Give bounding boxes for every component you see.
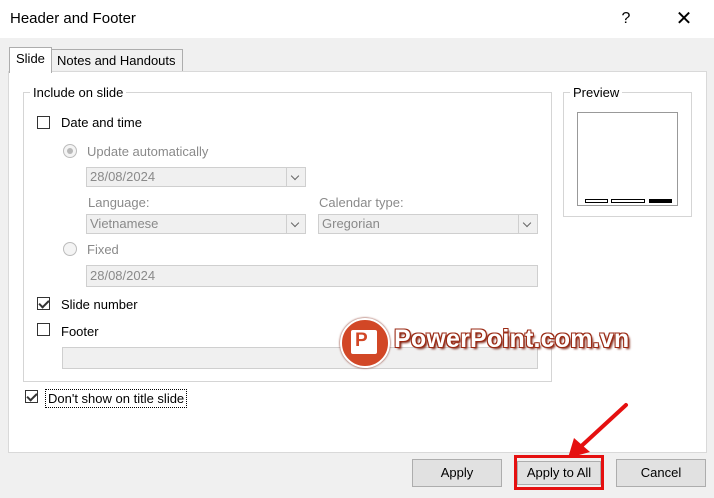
- include-on-slide-label: Include on slide: [30, 85, 127, 100]
- preview-footer-placeholder: [611, 199, 645, 203]
- chevron-down-icon: [518, 215, 537, 233]
- watermark-brand-text: PowerPoint.com.vn: [394, 325, 630, 353]
- footer-checkbox[interactable]: [37, 323, 50, 336]
- language-value: Vietnamese: [90, 216, 159, 231]
- preview-date-placeholder: [585, 199, 608, 203]
- footer-label: Footer: [61, 324, 99, 339]
- chevron-down-icon: [286, 168, 305, 186]
- preview-slide-number-placeholder: [649, 199, 672, 203]
- dont-show-title-slide-label: Don't show on title slide: [45, 389, 188, 408]
- calendar-type-label: Calendar type:: [319, 195, 404, 210]
- powerpoint-logo-icon: P: [340, 318, 390, 368]
- dialog-title: Header and Footer: [10, 10, 136, 27]
- update-date-value: 28/08/2024: [90, 169, 156, 184]
- close-button[interactable]: ✕: [668, 6, 700, 32]
- fixed-date-input[interactable]: 28/08/2024: [86, 265, 538, 287]
- tab-slide[interactable]: Slide: [9, 47, 52, 73]
- date-time-checkbox[interactable]: [37, 116, 50, 129]
- calendar-type-value: Gregorian: [322, 216, 380, 231]
- red-arrow-annotation: [568, 403, 628, 458]
- language-dropdown[interactable]: Vietnamese: [86, 214, 306, 234]
- slide-number-checkbox[interactable]: [37, 297, 50, 310]
- update-automatically-label: Update automatically: [87, 144, 209, 159]
- fixed-radio[interactable]: [63, 242, 77, 256]
- logo-letter: P: [355, 330, 368, 351]
- dont-show-title-slide-checkbox[interactable]: [25, 390, 38, 403]
- preview-label: Preview: [570, 85, 623, 100]
- cancel-button[interactable]: Cancel: [616, 459, 706, 487]
- language-label: Language:: [88, 195, 150, 210]
- calendar-type-dropdown[interactable]: Gregorian: [318, 214, 538, 234]
- apply-to-all-highlight: [514, 455, 604, 490]
- update-automatically-radio[interactable]: [63, 144, 77, 158]
- preview-slide-thumbnail: [577, 112, 678, 206]
- apply-button[interactable]: Apply: [412, 459, 502, 487]
- slide-number-label: Slide number: [61, 297, 138, 312]
- chevron-down-icon: [286, 215, 305, 233]
- date-time-label: Date and time: [61, 115, 142, 130]
- update-date-dropdown[interactable]: 28/08/2024: [86, 167, 306, 187]
- help-button[interactable]: ?: [612, 6, 640, 32]
- fixed-label: Fixed: [87, 242, 119, 257]
- tab-notes-handouts[interactable]: Notes and Handouts: [50, 49, 183, 72]
